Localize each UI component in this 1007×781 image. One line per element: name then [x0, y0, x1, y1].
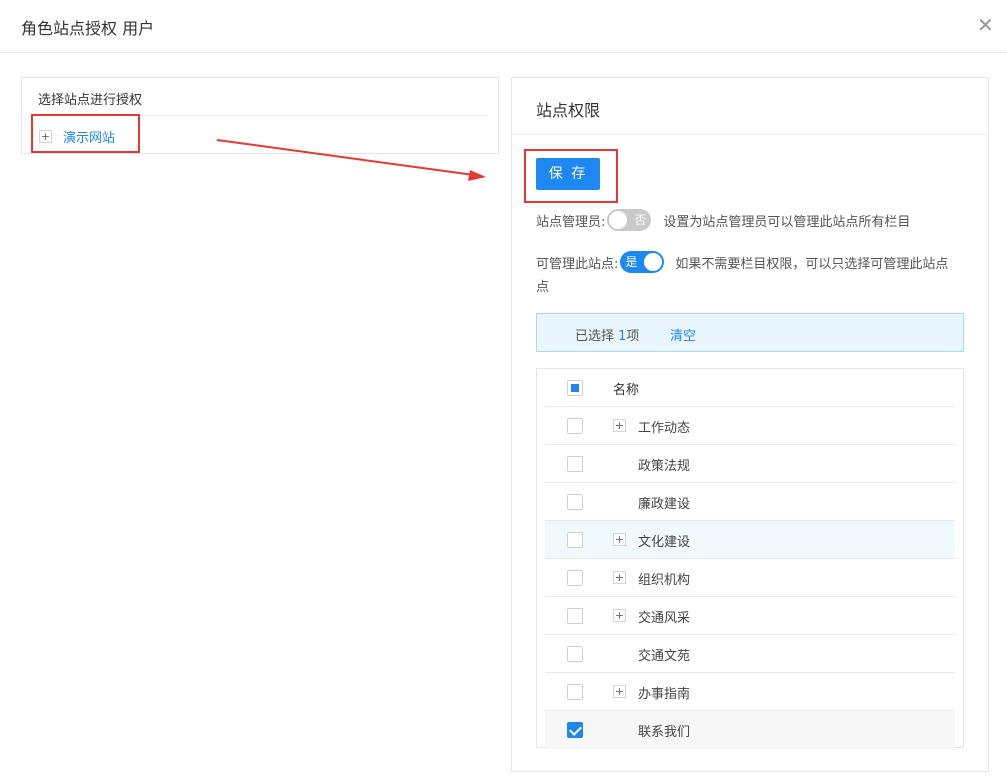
site-authorization-dialog: 角色站点授权 用户 ✕ 选择站点进行授权 + 演示网站 站点权限 保 存 站点管…	[0, 0, 1007, 781]
table-header-row: 名称	[545, 369, 955, 407]
row-checkbox[interactable]	[567, 532, 583, 548]
toggle-text: 是	[625, 255, 638, 269]
selection-suffix: 项	[626, 329, 640, 344]
table-row[interactable]: + 文化建设	[545, 521, 955, 559]
row-checkbox[interactable]	[567, 570, 583, 586]
annotation-highlight-save	[524, 149, 618, 203]
selection-info-bar: 已选择 1项 清空	[536, 313, 964, 352]
close-icon[interactable]: ✕	[977, 14, 994, 36]
row-checkbox[interactable]	[567, 646, 583, 662]
panel-title: 站点权限	[536, 101, 601, 120]
can-manage-label: 可管理此站点:	[536, 256, 619, 272]
selection-prefix: 已选择	[575, 329, 619, 344]
row-checkbox[interactable]	[567, 722, 583, 738]
row-checkbox[interactable]	[567, 608, 583, 624]
table-row[interactable]: + 交通风采	[545, 597, 955, 635]
toggle-knob	[609, 211, 628, 229]
row-label: 联系我们	[638, 725, 691, 740]
site-admin-toggle[interactable]: 否	[607, 209, 652, 231]
row-label: 政策法规	[638, 459, 691, 474]
expand-icon[interactable]: +	[613, 609, 626, 622]
row-checkbox[interactable]	[567, 494, 583, 510]
expand-icon[interactable]: +	[613, 571, 626, 584]
column-header-name: 名称	[613, 383, 640, 398]
expand-icon[interactable]: +	[613, 419, 626, 432]
column-table: 名称 + 工作动态 政策法规 廉政建设 + 文化建设 + 组织机构 + 交通风采…	[536, 368, 964, 749]
selection-count-text: 已选择 1项	[575, 325, 639, 344]
can-manage-row: 可管理此站点: 是 如果不需要栏目权限，可以只选择可管理此站点	[536, 251, 948, 273]
site-admin-row: 站点管理员: 否 设置为站点管理员可以管理此站点所有栏目	[536, 209, 910, 231]
can-manage-toggle[interactable]: 是	[620, 251, 665, 273]
row-label: 组织机构	[638, 573, 691, 588]
dialog-title: 角色站点授权 用户	[21, 19, 155, 38]
expand-icon[interactable]: +	[613, 533, 626, 546]
table-row[interactable]: 联系我们	[545, 711, 955, 749]
row-checkbox[interactable]	[567, 684, 583, 700]
table-row[interactable]: 政策法规	[545, 445, 955, 483]
table-row[interactable]: + 工作动态	[545, 407, 955, 445]
toggle-text: 否	[634, 213, 647, 227]
can-manage-description: 如果不需要栏目权限，可以只选择可管理此站点	[675, 256, 949, 272]
row-label: 交通文苑	[638, 649, 691, 664]
panel-header: 站点权限	[512, 78, 988, 135]
site-select-title: 选择站点进行授权	[38, 93, 143, 108]
site-admin-description: 设置为站点管理员可以管理此站点所有栏目	[663, 214, 911, 230]
table-row[interactable]: + 组织机构	[545, 559, 955, 597]
site-admin-label: 站点管理员:	[536, 214, 606, 230]
expand-icon[interactable]: +	[613, 685, 626, 698]
can-manage-description-wrap: 点	[536, 280, 550, 295]
row-label: 交通风采	[638, 611, 691, 626]
row-label: 文化建设	[638, 535, 691, 550]
toggle-knob	[644, 253, 663, 271]
row-checkbox[interactable]	[567, 456, 583, 472]
row-label: 廉政建设	[638, 497, 691, 512]
select-all-checkbox[interactable]	[567, 380, 583, 396]
row-label: 办事指南	[638, 687, 691, 702]
table-row[interactable]: 廉政建设	[545, 483, 955, 521]
annotation-highlight-site	[31, 114, 140, 153]
dialog-header: 角色站点授权 用户 ✕	[0, 0, 1007, 53]
table-row[interactable]: 交通文苑	[545, 635, 955, 673]
clear-selection-link[interactable]: 清空	[670, 325, 696, 344]
row-label: 工作动态	[638, 421, 691, 436]
table-row[interactable]: + 办事指南	[545, 673, 955, 711]
row-checkbox[interactable]	[567, 418, 583, 434]
